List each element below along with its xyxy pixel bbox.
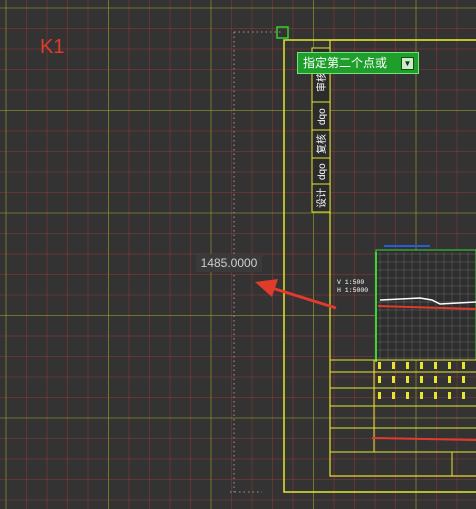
- dimension-value-box[interactable]: 1485.0000: [196, 254, 262, 272]
- table-tick: [448, 376, 451, 383]
- command-prompt-tooltip[interactable]: 指定第二个点或 ▼: [297, 52, 419, 74]
- table-tick: [378, 392, 381, 399]
- title-cell-text: dqo: [317, 163, 328, 180]
- profile-chart: V 1:500 H 1:5000: [337, 245, 476, 362]
- table-tick: [392, 376, 395, 383]
- table-tick: [406, 362, 409, 369]
- dropdown-arrow-icon[interactable]: ▼: [401, 57, 414, 70]
- table-tick: [378, 376, 381, 383]
- title-cell-text: 复核: [315, 134, 328, 154]
- horizontal-scale-label: H 1:5000: [337, 287, 368, 294]
- table-tick: [392, 362, 395, 369]
- table-tick: [448, 362, 451, 369]
- table-tick: [406, 392, 409, 399]
- table-tick: [434, 376, 437, 383]
- table-tick-marks: [378, 362, 465, 399]
- table-tick: [462, 392, 465, 399]
- table-tick: [434, 392, 437, 399]
- vertical-scale-label: V 1:500: [337, 279, 364, 286]
- title-cell-text: 审核: [315, 72, 328, 92]
- sheet-label: K1: [40, 36, 65, 58]
- table-tick: [420, 362, 423, 369]
- table-tick: [378, 362, 381, 369]
- title-cell-text: 设计: [315, 188, 328, 208]
- table-tick: [448, 392, 451, 399]
- table-tick: [462, 376, 465, 383]
- title-cell-text: dqo: [317, 108, 328, 125]
- command-prompt-text: 指定第二个点或: [303, 56, 388, 70]
- table-tick: [420, 392, 423, 399]
- table-tick: [434, 362, 437, 369]
- red-arrow-icon: [255, 279, 337, 310]
- table-tick: [462, 362, 465, 369]
- table-tick: [406, 376, 409, 383]
- table-tick: [420, 376, 423, 383]
- table-tick: [392, 392, 395, 399]
